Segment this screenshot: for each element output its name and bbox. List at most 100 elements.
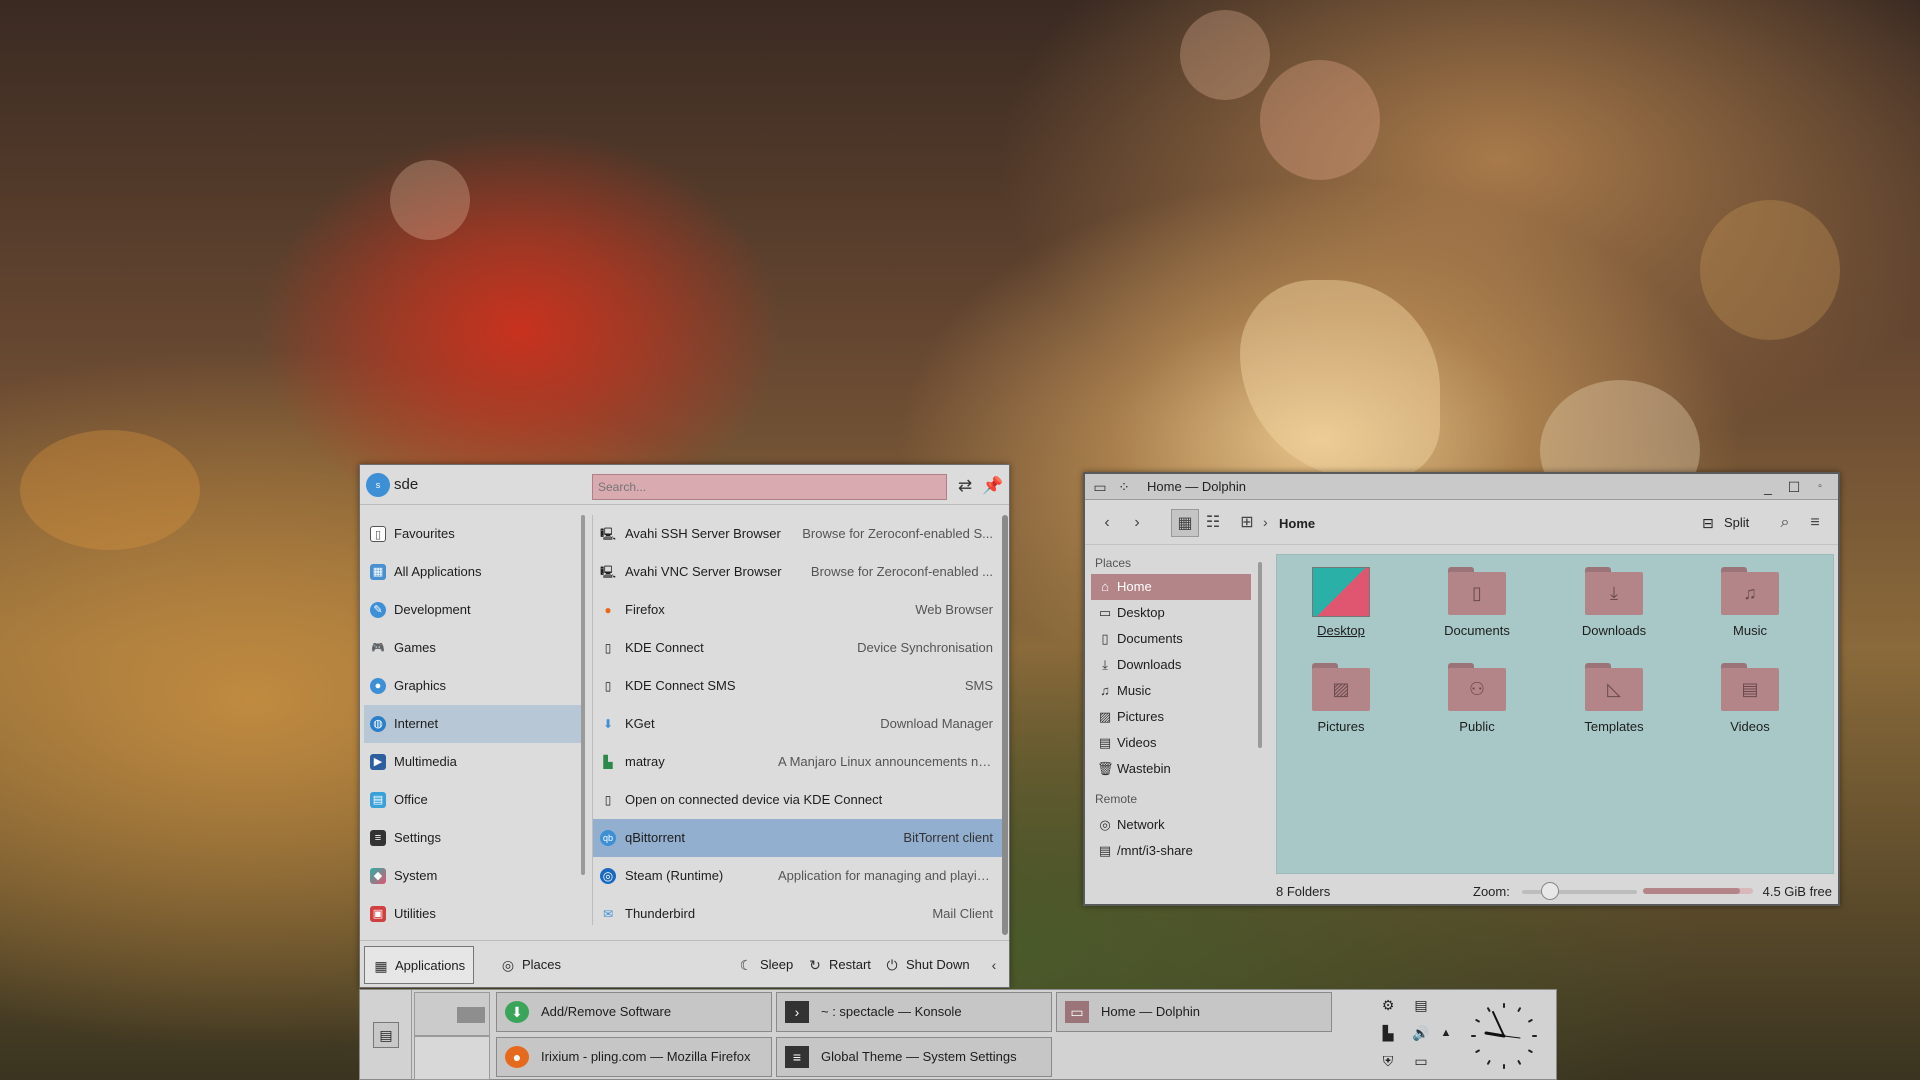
place-documents[interactable]: ▯ Documents (1091, 626, 1251, 652)
places-scrollbar[interactable] (1258, 562, 1262, 748)
app-open-on-device[interactable]: ▯ Open on connected device via KDE Connec… (593, 781, 1003, 819)
dolphin-titlebar[interactable]: ▭ ⁘ Home — Dolphin _ ☐ ▫ (1085, 474, 1838, 500)
minimize-icon[interactable]: _ (1759, 478, 1777, 496)
qbittorrent-icon: qb (600, 830, 616, 846)
folder-app-icon[interactable]: ▭ (1091, 478, 1109, 496)
pager-desktop-1[interactable] (414, 992, 490, 1036)
tab-places[interactable]: ◎ Places (492, 946, 582, 984)
place-home[interactable]: ⌂ Home (1091, 574, 1251, 600)
task-firefox[interactable]: ● Irixium - pling.com — Mozilla Firefox (496, 1037, 772, 1077)
app-steam[interactable]: ◎ Steam (Runtime) Application for managing… (593, 857, 1003, 895)
app-avahi-ssh[interactable]: 🖳 Avahi SSH Server Browser Browse for Zero… (593, 515, 1003, 553)
folder-templates[interactable]: ◺ Templates (1554, 653, 1674, 734)
app-kde-connect-sms[interactable]: ▯ KDE Connect SMS SMS (593, 667, 1003, 705)
folder-downloads[interactable]: ⤓ Downloads (1554, 557, 1674, 638)
analog-clock[interactable] (1468, 1000, 1540, 1072)
user-name: sde (394, 476, 419, 493)
configure-icon[interactable]: ⇄ (954, 475, 976, 497)
task-add-remove-software[interactable]: ⬇ Add/Remove Software (496, 992, 772, 1032)
category-office[interactable]: ▤ Office (364, 781, 582, 819)
category-settings[interactable]: ≡ Settings (364, 819, 582, 857)
app-avahi-vnc[interactable]: 🖳 Avahi VNC Server Browser Browse for Zero… (593, 553, 1003, 591)
place-mnt-i3-share[interactable]: ▤/mnt/i3-share (1091, 838, 1251, 864)
place-network[interactable]: ◎ Network (1091, 812, 1251, 838)
pin-window-icon[interactable]: ⁘ (1115, 478, 1133, 496)
app-thunderbird[interactable]: ✉ Thunderbird Mail Client (593, 895, 1003, 933)
chevron-left-icon: ‹ (991, 957, 997, 973)
shutdown-button[interactable]: ⏻ Shut Down (884, 955, 969, 975)
compass-icon: ◎ (501, 957, 515, 973)
folder-pictures[interactable]: ▨ Pictures (1281, 653, 1401, 734)
app-kde-connect[interactable]: ▯ KDE Connect Device Synchronisation (593, 629, 1003, 667)
zoom-slider-handle[interactable] (1541, 882, 1559, 900)
hamburger-menu-icon[interactable]: ≡ (1801, 509, 1829, 537)
pager-desktop-2[interactable] (414, 1036, 490, 1080)
folder-public[interactable]: ⚇ Public (1417, 653, 1537, 734)
category-favourites[interactable]: ▯ Favourites (364, 515, 582, 553)
app-kget[interactable]: ⬇ KGet Download Manager (593, 705, 1003, 743)
desktop-icon: ▭ (1098, 605, 1112, 620)
category-utilities[interactable]: ▣ Utilities (364, 895, 582, 933)
tab-applications[interactable]: ▦ Applications (364, 946, 474, 984)
category-internet[interactable]: ◍ Internet (364, 705, 582, 743)
expand-arrow-icon[interactable]: ▲ (1437, 1024, 1455, 1042)
forward-icon[interactable]: › (1123, 509, 1151, 537)
folder-videos[interactable]: ▤ Videos (1690, 653, 1810, 734)
search-input[interactable] (592, 474, 947, 500)
user-avatar[interactable]: s (366, 473, 390, 497)
category-system[interactable]: ◆ System (364, 857, 582, 895)
desktop-folder-icon (1312, 567, 1370, 617)
launcher-button[interactable]: ▤ (360, 990, 412, 1080)
category-multimedia[interactable]: ▶ Multimedia (364, 743, 582, 781)
details-view-icon[interactable]: ⊞ (1233, 509, 1261, 537)
folder-view[interactable]: Desktop ▯ Documents ⤓ Downloads ♫ Music … (1276, 554, 1834, 874)
kde-connect-icon[interactable]: ⚙ (1379, 996, 1397, 1014)
close-icon[interactable]: ▫ (1811, 478, 1829, 496)
music-icon: ♫ (1100, 683, 1110, 698)
place-downloads[interactable]: ⤓ Downloads (1091, 652, 1251, 678)
clipboard-icon[interactable]: ▤ (1412, 996, 1430, 1014)
pin-icon[interactable]: 📌 (982, 475, 1004, 497)
gamepad-icon: 🎮 (371, 642, 385, 654)
app-qbittorrent[interactable]: qb qBittorrent BitTorrent client (593, 819, 1003, 857)
network-icon[interactable]: ▙ (1379, 1024, 1397, 1042)
task-konsole[interactable]: › ~ : spectacle — Konsole (776, 992, 1052, 1032)
icons-view-icon[interactable]: ▦ (1171, 509, 1199, 537)
category-development[interactable]: ✎ Development (364, 591, 582, 629)
back-icon[interactable]: ‹ (1093, 509, 1121, 537)
compact-view-icon[interactable]: ☷ (1199, 509, 1227, 537)
folder-music[interactable]: ♫ Music (1690, 557, 1810, 638)
shield-icon[interactable]: ⛨ (1379, 1052, 1397, 1070)
place-wastebin[interactable]: 🗑 Wastebin (1091, 756, 1251, 782)
category-all-applications[interactable]: ▦ All Applications (364, 553, 582, 591)
restart-button[interactable]: ↻ Restart (807, 955, 871, 975)
place-music[interactable]: ♫ Music (1091, 678, 1251, 704)
category-scrollbar[interactable] (581, 515, 585, 875)
search-icon[interactable]: ⌕ (1771, 509, 1799, 537)
dolphin-window: ▭ ⁘ Home — Dolphin _ ☐ ▫ ‹ › ▦ ☷ ⊞ › Hom… (1083, 472, 1840, 906)
network-icon: ◎ (1099, 817, 1111, 832)
breadcrumb-home[interactable]: Home (1279, 516, 1315, 531)
app-matray[interactable]: ▙ matray A Manjaro Linux announcements not… (593, 743, 1003, 781)
category-graphics[interactable]: ● Graphics (364, 667, 582, 705)
task-system-settings[interactable]: ≡ Global Theme — System Settings (776, 1037, 1052, 1077)
app-firefox[interactable]: ● Firefox Web Browser (593, 591, 1003, 629)
zoom-slider-track[interactable] (1522, 890, 1637, 894)
place-desktop[interactable]: ▭ Desktop (1091, 600, 1251, 626)
more-button[interactable]: ‹ (986, 955, 1002, 975)
display-icon[interactable]: ▭ (1412, 1052, 1430, 1070)
place-videos[interactable]: ▤ Videos (1091, 730, 1251, 756)
category-games[interactable]: 🎮 Games (364, 629, 582, 667)
task-dolphin[interactable]: ▭ Home — Dolphin (1056, 992, 1332, 1032)
grid-icon: ▦ (370, 564, 386, 580)
phone-icon: ▯ (604, 641, 612, 655)
app-list-scrollbar[interactable] (1002, 515, 1008, 935)
place-pictures[interactable]: ▨ Pictures (1091, 704, 1251, 730)
volume-icon[interactable]: 🔊 (1412, 1024, 1430, 1042)
sleep-button[interactable]: ☾ Sleep (738, 955, 794, 975)
folder-desktop[interactable]: Desktop (1281, 557, 1401, 638)
split-button[interactable]: ⊟ Split (1702, 515, 1749, 531)
breadcrumb-chevron-icon: › (1263, 514, 1268, 530)
maximize-icon[interactable]: ☐ (1785, 478, 1803, 496)
folder-documents[interactable]: ▯ Documents (1417, 557, 1537, 638)
